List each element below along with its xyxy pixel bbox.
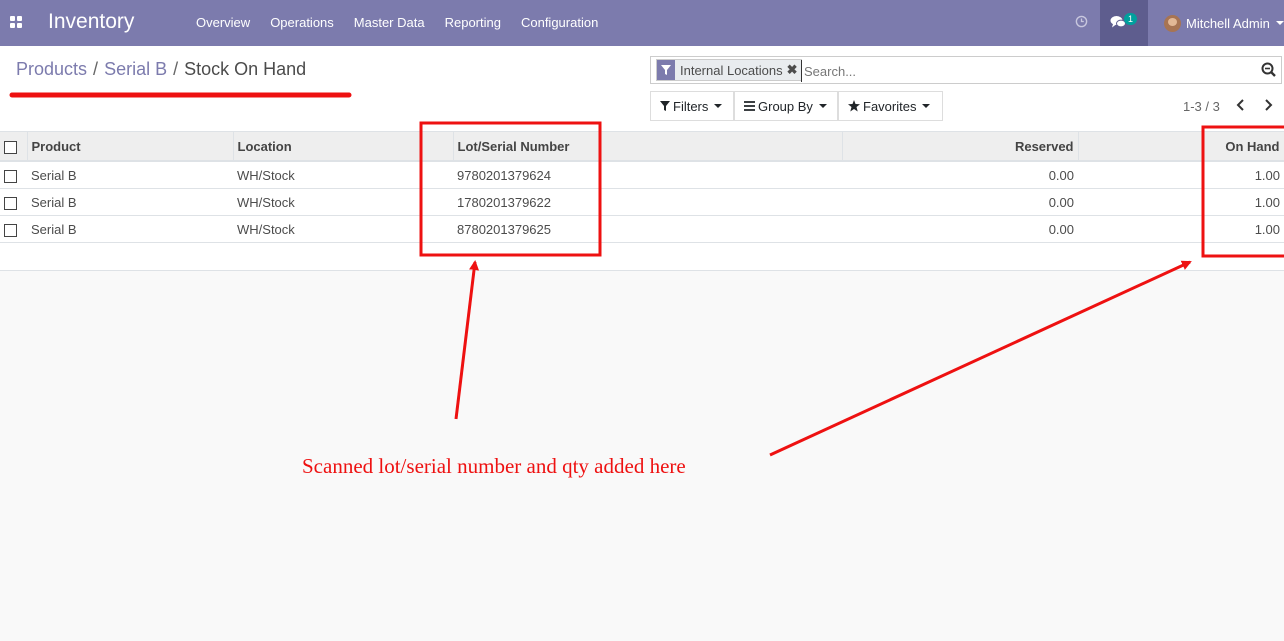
search-facet: Internal Locations ✖	[656, 59, 802, 81]
breadcrumb-separator: /	[93, 59, 99, 79]
user-name: Mitchell Admin	[1186, 15, 1270, 31]
chevron-down-icon	[1275, 21, 1284, 25]
favorites-label: Favorites	[863, 98, 917, 114]
list-icon	[744, 101, 755, 111]
list-view: Product Location Lot/Serial Number Reser…	[0, 131, 1284, 271]
menu-master-data[interactable]: Master Data	[344, 0, 435, 46]
favorites-button[interactable]: Favorites	[838, 91, 943, 121]
cell-lot: 8780201379625	[453, 215, 842, 243]
filter-icon	[657, 60, 675, 80]
breadcrumb-serial-b[interactable]: Serial B	[104, 59, 167, 79]
column-product[interactable]: Product	[27, 132, 234, 162]
cell-location: WH/Stock	[233, 161, 453, 189]
column-on-hand[interactable]: On Hand	[1078, 132, 1284, 162]
search-icon[interactable]	[1261, 62, 1276, 77]
messaging-menu[interactable]: 1	[1100, 0, 1148, 46]
chat-counter-badge: 1	[1124, 13, 1138, 25]
group-by-label: Group By	[758, 98, 813, 114]
arrow-to-lot	[454, 260, 480, 420]
user-menu[interactable]: Mitchell Admin	[1164, 0, 1284, 46]
column-reserved[interactable]: Reserved	[842, 132, 1079, 162]
facet-remove-icon[interactable]: ✖	[787, 62, 801, 78]
cell-on-hand: 1.00	[1078, 161, 1284, 189]
control-panel: Products / Serial B / Stock On Hand Internal…	[0, 46, 1284, 131]
menu-configuration[interactable]: Configuration	[511, 0, 608, 46]
chevron-left-icon[interactable]	[1234, 98, 1248, 112]
chevron-down-icon	[714, 104, 723, 108]
table-row[interactable]: Serial B WH/Stock 1780201379622 0.00 1.0…	[0, 188, 1284, 216]
cell-location: WH/Stock	[233, 215, 453, 243]
cell-on-hand: 1.00	[1078, 215, 1284, 243]
apps-menu-icon[interactable]	[10, 16, 23, 29]
pager-value[interactable]: 1-3 / 3	[1183, 99, 1220, 114]
app-title[interactable]: Inventory	[48, 10, 134, 34]
filters-button[interactable]: Filters	[650, 91, 734, 121]
table-row[interactable]: Serial B WH/Stock 8780201379625 0.00 1.0…	[0, 215, 1284, 243]
row-checkbox[interactable]	[4, 169, 17, 183]
cell-reserved: 0.00	[842, 161, 1078, 189]
chevron-right-icon[interactable]	[1261, 98, 1275, 112]
cell-reserved: 0.00	[842, 188, 1078, 216]
chevron-down-icon	[922, 104, 931, 108]
search-input[interactable]	[801, 60, 1246, 82]
top-navbar: Inventory Overview Operations Master Dat…	[0, 0, 1284, 46]
breadcrumb-separator: /	[173, 59, 179, 79]
cell-product: Serial B	[27, 215, 233, 243]
activity-clock-icon[interactable]	[1075, 15, 1088, 28]
table-row[interactable]: Serial B WH/Stock 9780201379624 0.00 1.0…	[0, 161, 1284, 189]
row-checkbox[interactable]	[4, 223, 17, 237]
table-header-row: Product Location Lot/Serial Number Reser…	[0, 132, 1284, 162]
menu-operations[interactable]: Operations	[260, 0, 344, 46]
column-lot-serial[interactable]: Lot/Serial Number	[453, 132, 843, 162]
cell-lot: 1780201379622	[453, 188, 842, 216]
group-by-button[interactable]: Group By	[734, 91, 838, 121]
cell-reserved: 0.00	[842, 215, 1078, 243]
breadcrumb: Products / Serial B / Stock On Hand	[16, 59, 306, 80]
cell-on-hand: 1.00	[1078, 188, 1284, 216]
annotation-text: Scanned lot/serial number and qty added …	[302, 454, 686, 478]
cell-location: WH/Stock	[233, 188, 453, 216]
filter-icon	[660, 101, 670, 111]
breadcrumb-current: Stock On Hand	[184, 59, 307, 79]
breadcrumb-products[interactable]: Products	[16, 59, 87, 79]
main-menu: Overview Operations Master Data Reportin…	[186, 0, 608, 46]
menu-overview[interactable]: Overview	[186, 0, 260, 46]
star-icon	[848, 100, 860, 112]
cell-lot: 9780201379624	[453, 161, 842, 189]
select-all-checkbox[interactable]	[4, 140, 17, 154]
menu-reporting[interactable]: Reporting	[435, 0, 511, 46]
chevron-down-icon	[818, 104, 827, 108]
cell-product: Serial B	[27, 188, 233, 216]
search-bar: Internal Locations ✖	[650, 56, 1282, 84]
facet-label: Internal Locations	[680, 62, 783, 78]
filters-label: Filters	[673, 98, 709, 114]
avatar	[1164, 14, 1181, 32]
column-location[interactable]: Location	[233, 132, 454, 162]
cell-product: Serial B	[27, 161, 233, 189]
row-checkbox[interactable]	[4, 196, 17, 210]
arrow-to-on-hand	[769, 260, 1192, 457]
select-all-cell	[0, 132, 28, 162]
stock-table: Product Location Lot/Serial Number Reser…	[0, 132, 1284, 243]
